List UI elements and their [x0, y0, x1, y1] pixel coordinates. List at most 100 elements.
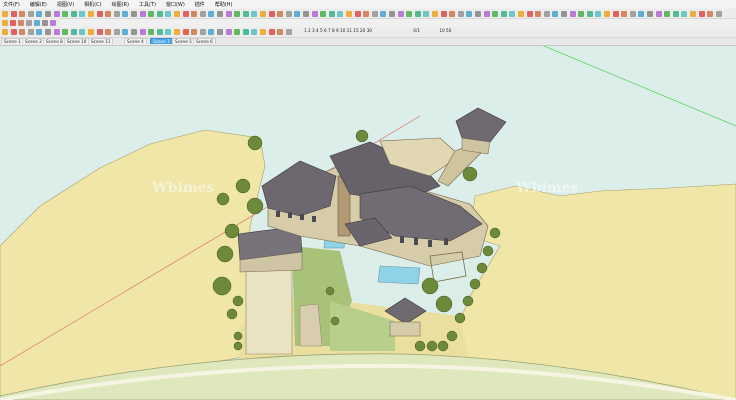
toolbar-icon[interactable]: [535, 10, 542, 17]
toolbar-icon[interactable]: [217, 10, 223, 17]
toolbar-icon[interactable]: [380, 10, 387, 17]
toolbar-icon[interactable]: [26, 19, 32, 26]
toolbar-icon[interactable]: [10, 10, 17, 17]
toolbar-icon[interactable]: [10, 19, 16, 26]
toolbar-icon[interactable]: [621, 10, 628, 17]
toolbar-icon[interactable]: [672, 10, 679, 17]
toolbar-icon[interactable]: [62, 28, 69, 35]
toolbar-icon[interactable]: [62, 10, 69, 17]
tab-scene-6[interactable]: Scene 6: [193, 38, 216, 44]
toolbar-icon[interactable]: [45, 10, 51, 17]
toolbar-icon[interactable]: [42, 19, 48, 26]
toolbar-icon[interactable]: [518, 10, 524, 17]
toolbar-icon[interactable]: [34, 19, 40, 26]
toolbar-icon[interactable]: [543, 10, 550, 17]
toolbar-icon[interactable]: [578, 10, 585, 17]
toolbar-icon[interactable]: [475, 10, 481, 17]
toolbar-icon[interactable]: [707, 10, 714, 17]
toolbar-icon[interactable]: [449, 10, 456, 17]
toolbar-icon[interactable]: [277, 10, 284, 17]
toolbar-icon[interactable]: [191, 28, 198, 35]
toolbar-icon[interactable]: [483, 10, 490, 17]
toolbar-icon[interactable]: [53, 10, 60, 17]
toolbar-icon[interactable]: [285, 10, 292, 17]
toolbar-icon[interactable]: [629, 10, 636, 17]
toolbar-icon[interactable]: [561, 10, 567, 17]
toolbar-icon[interactable]: [208, 28, 215, 35]
toolbar-icon[interactable]: [389, 10, 395, 17]
toolbar-icon[interactable]: [182, 28, 189, 35]
toolbar-icon[interactable]: [586, 10, 593, 17]
tab-scene-7[interactable]: Scene 7: [150, 38, 173, 44]
toolbar-icon[interactable]: [251, 28, 258, 35]
toolbar-icon[interactable]: [36, 28, 43, 35]
toolbar-icon[interactable]: [303, 10, 309, 17]
toolbar-icon[interactable]: [88, 10, 94, 17]
toolbar-icon[interactable]: [18, 19, 24, 26]
toolbar-icon[interactable]: [277, 28, 284, 35]
toolbar-icon[interactable]: [113, 28, 120, 35]
toolbar-icon[interactable]: [715, 10, 722, 17]
toolbar-icon[interactable]: [208, 10, 215, 17]
toolbar-icon[interactable]: [268, 10, 275, 17]
toolbar-icon[interactable]: [27, 10, 34, 17]
toolbar-icon[interactable]: [139, 10, 146, 17]
tab-scene-4[interactable]: Scene 4: [124, 38, 147, 44]
menu-file[interactable]: 文件(F): [3, 1, 20, 8]
menu-view[interactable]: 视图(V): [57, 1, 74, 8]
toolbar-icon[interactable]: [122, 10, 129, 17]
toolbar-icon[interactable]: [638, 10, 645, 17]
toolbar-icon[interactable]: [88, 28, 94, 35]
menu-draw[interactable]: 绘图(R): [112, 1, 129, 8]
toolbar-icon[interactable]: [165, 10, 172, 17]
tab-scene-2[interactable]: Scene 2: [22, 38, 45, 44]
tab-scene-11[interactable]: Scene 11: [88, 38, 114, 44]
toolbar-icon[interactable]: [199, 28, 206, 35]
tab-scene-1[interactable]: Scene 1: [1, 38, 24, 44]
toolbar-icon[interactable]: [328, 10, 335, 17]
toolbar-icon[interactable]: [122, 28, 129, 35]
toolbar-icon[interactable]: [113, 10, 120, 17]
toolbar-icon[interactable]: [371, 10, 378, 17]
toolbar-icon[interactable]: [242, 10, 249, 17]
toolbar-icon[interactable]: [354, 10, 361, 17]
toolbar-icon[interactable]: [595, 10, 602, 17]
menu-window[interactable]: 窗口(W): [166, 1, 185, 8]
toolbar-icon[interactable]: [36, 10, 43, 17]
toolbar-icon[interactable]: [457, 10, 464, 17]
toolbar-icon[interactable]: [182, 10, 189, 17]
toolbar-icon[interactable]: [148, 28, 155, 35]
toolbar-icon[interactable]: [27, 28, 34, 35]
toolbar-icon[interactable]: [79, 10, 86, 17]
toolbar-icon[interactable]: [2, 19, 8, 26]
toolbar-icon[interactable]: [604, 10, 610, 17]
toolbar-icon[interactable]: [664, 10, 671, 17]
toolbar-icon[interactable]: [165, 28, 172, 35]
toolbar-icon[interactable]: [363, 10, 370, 17]
toolbar-icon[interactable]: [191, 10, 198, 17]
toolbar-icon[interactable]: [466, 10, 473, 17]
menu-camera[interactable]: 相机(C): [84, 1, 101, 8]
menu-plugins[interactable]: 插件: [195, 1, 205, 8]
toolbar-icon[interactable]: [19, 28, 26, 35]
toolbar-icon[interactable]: [440, 10, 447, 17]
toolbar-icon[interactable]: [346, 10, 352, 17]
toolbar-icon[interactable]: [320, 10, 327, 17]
toolbar-icon[interactable]: [414, 10, 421, 17]
toolbar-icon[interactable]: [139, 28, 146, 35]
toolbar-icon[interactable]: [294, 10, 301, 17]
toolbar-icon[interactable]: [225, 10, 232, 17]
toolbar-icon[interactable]: [234, 28, 241, 35]
model-viewport[interactable]: Wbimes Wbimes: [0, 46, 736, 400]
tab-scene-5[interactable]: Scene 5: [172, 38, 195, 44]
toolbar-icon[interactable]: [423, 10, 430, 17]
toolbar-icon[interactable]: [148, 10, 155, 17]
toolbar-icon[interactable]: [53, 28, 60, 35]
toolbar-icon[interactable]: [681, 10, 688, 17]
toolbar-icon[interactable]: [19, 10, 26, 17]
toolbar-icon[interactable]: [105, 10, 112, 17]
toolbar-icon[interactable]: [199, 10, 206, 17]
toolbar-icon[interactable]: [268, 28, 275, 35]
toolbar-icon[interactable]: [612, 10, 619, 17]
toolbar-icon[interactable]: [526, 10, 533, 17]
